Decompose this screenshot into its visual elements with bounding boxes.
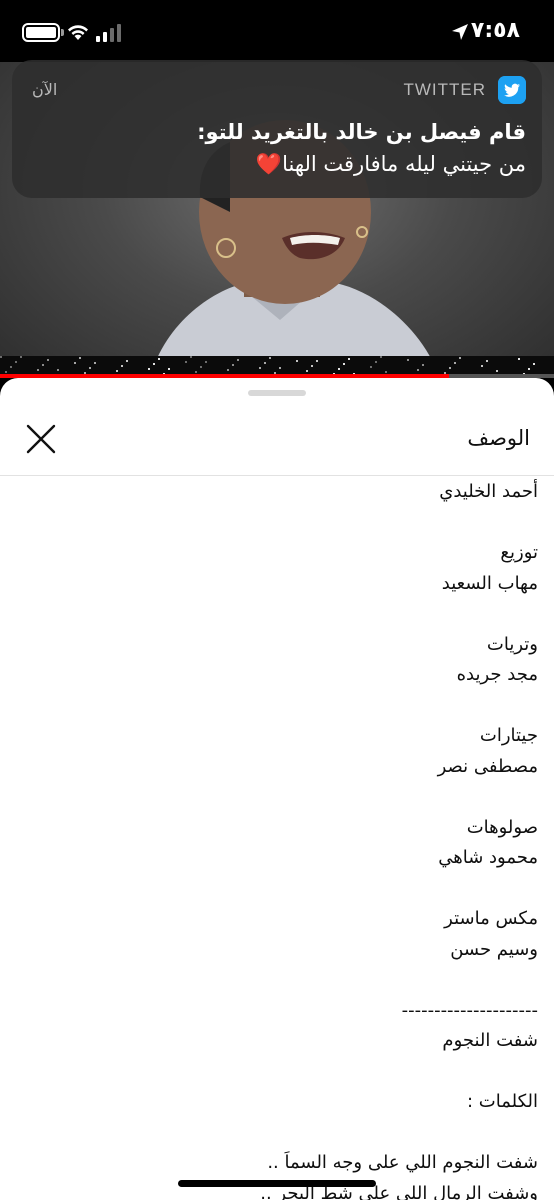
push-notification[interactable]: TWITTER الآن قام فيصل بن خالد بالتغريد ل… [12,60,542,198]
star-dot [269,357,271,359]
signal-icon [96,24,121,42]
star-dot [37,369,39,371]
star-dot [158,358,160,360]
star-dot [422,364,424,366]
star-dot [380,356,382,358]
star-dot [237,359,239,361]
star-dot [279,367,281,369]
home-indicator[interactable] [178,1180,376,1187]
description-line: الكلمات : [466,1091,538,1112]
star-dot [121,365,123,367]
battery-icon [22,23,60,42]
star-dot [306,370,308,372]
battery-tip [61,29,64,36]
star-dot [195,371,197,373]
description-line: صولوهات [466,816,538,838]
star-dot [94,362,96,364]
star-dot [385,371,387,373]
star-dot [89,367,91,369]
description-line: --------------------- [401,999,538,1021]
star-dot [459,357,461,359]
sheet-header: الوصف [0,400,554,476]
notification-title: قام فيصل بن خالد بالتغريد للتو: [197,120,526,144]
twitter-bird-icon [498,76,526,104]
close-icon[interactable] [22,420,60,458]
star-dot [417,369,419,371]
description-line: محمود شاهي [438,847,538,868]
description-line: أحمد الخليدي [439,481,538,502]
star-dot [407,359,409,361]
notification-body: من جيتني ليله مافارقت الهنا❤️ [46,152,526,177]
heart-emoji: ❤️ [255,152,283,176]
description-line: مصطفى نصر [437,755,538,777]
star-dot [449,367,451,369]
notification-body-text: من جيتني ليله مافارقت الهنا [282,152,526,176]
star-dot [533,363,535,365]
star-dot [259,367,261,369]
star-dot [10,366,12,368]
description-line: توزيع [500,542,538,563]
star-dot [454,362,456,364]
sheet-title: الوصف [467,426,530,450]
star-dot [47,359,49,361]
description-line: شفت النجوم [442,1030,538,1051]
star-dot [148,368,150,370]
star-dot [496,370,498,372]
star-dot [200,366,202,368]
description-sheet: الوصف أحمد الخليدي توزيع مهاب السعيد وتريات… [0,378,554,1200]
description-line: مكس ماستر [444,908,538,929]
description-line: وتريات [486,633,538,655]
star-dot [116,370,118,372]
star-dot [518,358,520,360]
star-dot [528,368,530,370]
status-bar: ٧:٥٨ [0,0,554,62]
star-dot [74,362,76,364]
wifi-icon [68,25,88,40]
star-dot [205,361,207,363]
star-dot [343,363,345,365]
description-line: مهاب السعيد [441,572,538,594]
star-dot [42,364,44,366]
star-dot [316,360,318,362]
star-dot [57,369,59,371]
star-dot [264,362,266,364]
star-dot [5,371,7,373]
description-line: شفت النجوم اللي على وجه السماَ .. [267,1152,538,1173]
sheet-grabber[interactable] [248,390,306,396]
star-dot [0,356,2,358]
description-line: وسيم حسن [450,938,538,960]
star-dot [311,365,313,367]
star-dot [15,361,17,363]
star-dot [190,356,192,358]
star-dot [375,361,377,363]
star-dot [20,356,22,358]
star-dot [227,369,229,371]
star-dot [348,358,350,360]
star-dot [126,360,128,362]
star-dot [79,357,81,359]
star-dot [168,368,170,370]
star-dot [232,364,234,366]
star-dot [486,360,488,362]
description-content[interactable]: أحمد الخليدي توزيع مهاب السعيد وتريات مجد جر… [0,477,554,1200]
star-dot [338,368,340,370]
star-dot [185,361,187,363]
star-dot [153,363,155,365]
description-line: جيتارات [479,725,538,746]
star-dot [481,365,483,367]
status-time: ٧:٥٨ [470,18,520,43]
location-arrow-icon [452,24,468,40]
star-dot [370,366,372,368]
star-dot [296,360,298,362]
notification-time: الآن [32,80,58,99]
description-line: مجد جريده [456,664,538,685]
notification-app-name: TWITTER [403,80,486,99]
